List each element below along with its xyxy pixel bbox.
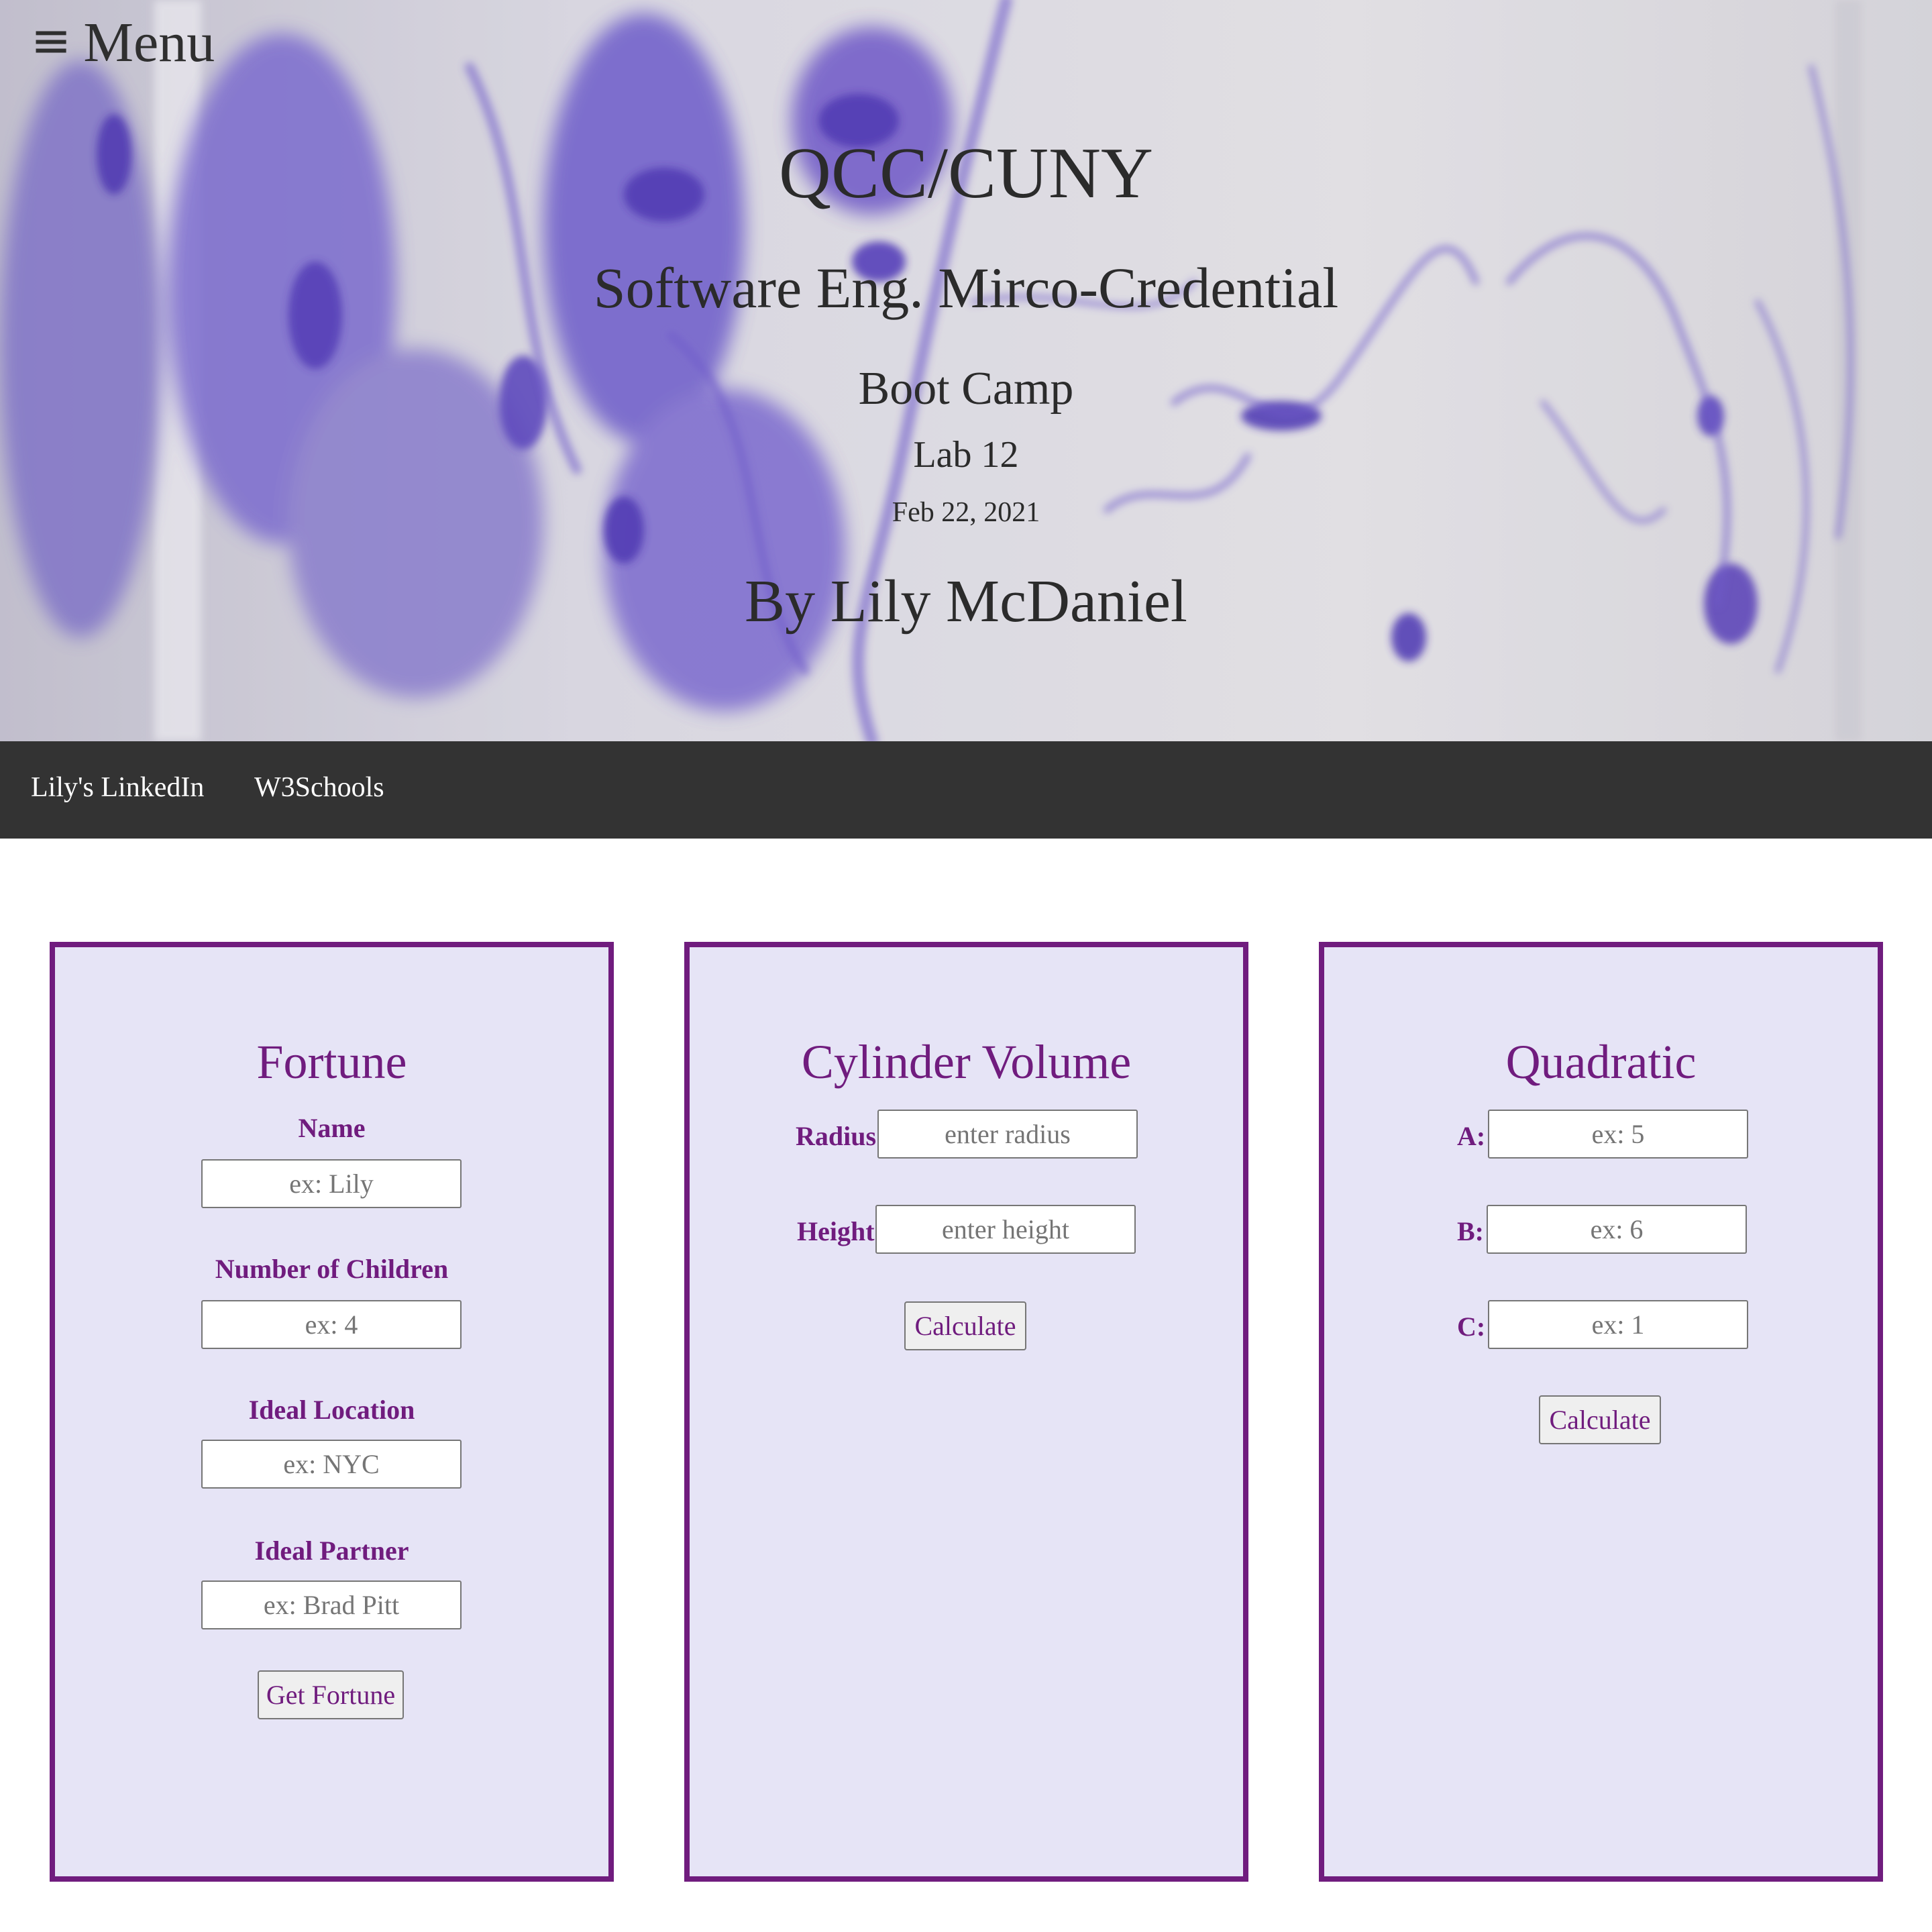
children-input[interactable] (201, 1300, 462, 1349)
partner-input[interactable] (201, 1580, 462, 1629)
menu-toggle-button[interactable]: ≡ Menu (31, 15, 215, 71)
top-navbar: Lily's LinkedIn W3Schools (0, 741, 1932, 839)
location-input[interactable] (201, 1440, 462, 1489)
radius-input[interactable] (877, 1110, 1138, 1159)
height-input[interactable] (875, 1205, 1136, 1254)
fortune-title: Fortune (256, 1035, 407, 1089)
site-subtitle: Software Eng. Mirco-Credential (593, 256, 1339, 320)
site-title: QCC/CUNY (778, 133, 1154, 213)
cylinder-volume-card: Cylinder Volume Radius Height Calculate (684, 942, 1248, 1882)
nav-link-linkedin[interactable]: Lily's LinkedIn (31, 773, 204, 802)
coefficient-a-input[interactable] (1488, 1110, 1748, 1159)
lab-date: Feb 22, 2021 (892, 497, 1040, 528)
nav-link-w3schools[interactable]: W3Schools (254, 773, 384, 802)
author-name: By Lily McDaniel (745, 568, 1187, 635)
coefficient-b-label: B: (1457, 1216, 1484, 1246)
lab-number: Lab 12 (913, 434, 1019, 476)
hero-banner: ≡ Menu QCC/CUNY Software Eng. Mirco-Crede… (0, 0, 1932, 741)
name-label: Name (298, 1113, 366, 1143)
quadratic-calculate-button[interactable]: Calculate (1539, 1395, 1661, 1444)
partner-label: Ideal Partner (254, 1536, 409, 1566)
quadratic-title: Quadratic (1505, 1035, 1697, 1089)
coefficient-a-label: A: (1457, 1121, 1486, 1151)
cylinder-title: Cylinder Volume (801, 1035, 1132, 1089)
name-input[interactable] (201, 1159, 462, 1208)
children-label: Number of Children (215, 1254, 449, 1284)
coefficient-b-input[interactable] (1487, 1205, 1747, 1254)
get-fortune-button[interactable]: Get Fortune (258, 1670, 404, 1719)
coefficient-c-input[interactable] (1488, 1300, 1748, 1349)
menu-label: Menu (83, 11, 215, 74)
location-label: Ideal Location (248, 1395, 415, 1425)
fortune-card: Fortune Name Number of Children Ideal Lo… (50, 942, 614, 1882)
hamburger-menu-icon: ≡ (31, 12, 72, 68)
radius-label: Radius (796, 1121, 877, 1151)
program-name: Boot Camp (858, 363, 1074, 415)
quadratic-card: Quadratic A: B: C: Calculate (1319, 942, 1883, 1882)
coefficient-c-label: C: (1457, 1311, 1486, 1342)
height-label: Height (797, 1216, 875, 1246)
cylinder-calculate-button[interactable]: Calculate (904, 1301, 1026, 1350)
